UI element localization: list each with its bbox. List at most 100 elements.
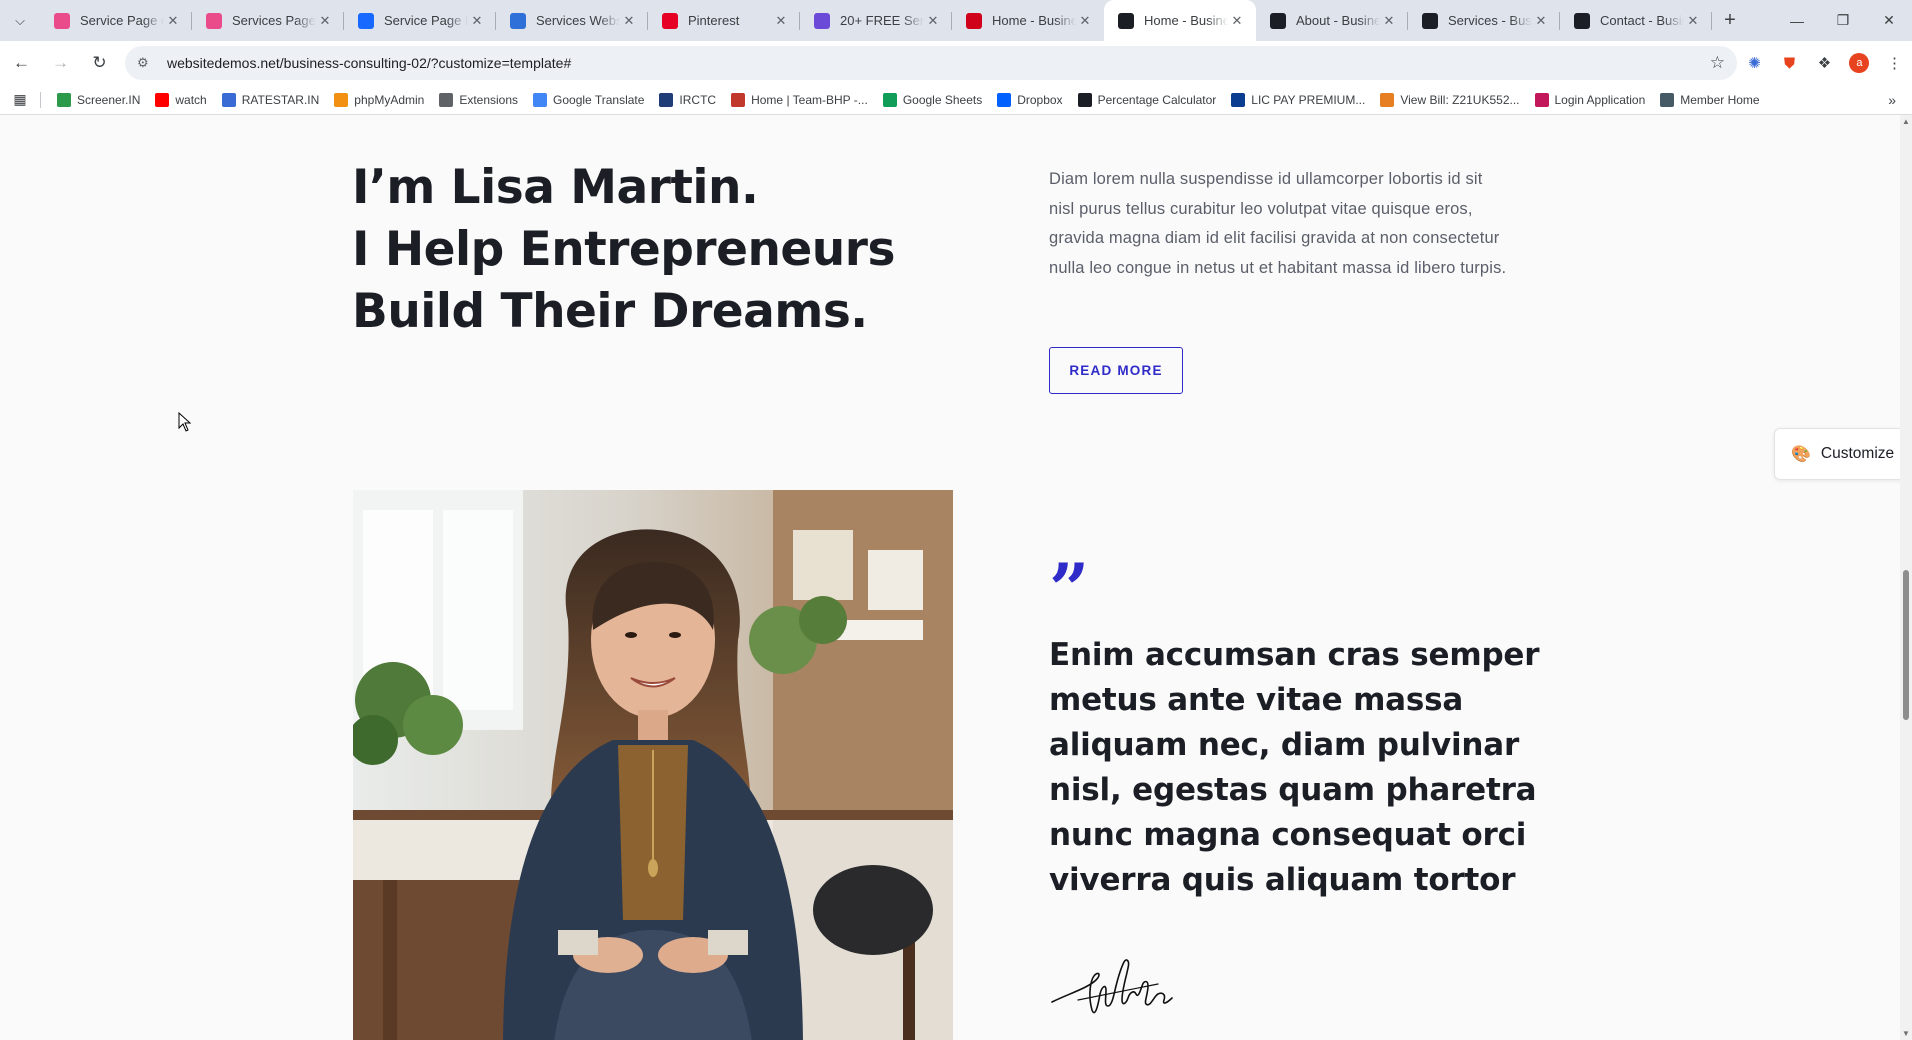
close-window-icon[interactable]: ✕	[1866, 0, 1912, 41]
signature-image	[1051, 959, 1173, 1014]
bookmark-favicon-icon	[997, 92, 1012, 107]
bookmark-separator	[40, 91, 41, 108]
close-tab-icon[interactable]: ✕	[1380, 13, 1398, 29]
bookmark-item[interactable]: Google Translate	[527, 92, 653, 107]
tab-title: Pinterest	[688, 13, 740, 28]
brave-shield-icon[interactable]: ⛊	[1772, 45, 1807, 81]
more-bookmarks-icon[interactable]: »	[1888, 92, 1896, 108]
palette-icon: 🎨	[1791, 446, 1811, 463]
close-tab-icon[interactable]: ✕	[1228, 13, 1246, 29]
pinterest-icon	[662, 12, 678, 29]
window-controls: — ❐ ✕	[1774, 0, 1912, 41]
close-tab-icon[interactable]: ✕	[164, 13, 182, 29]
customize-button[interactable]: 🎨 Customize	[1774, 428, 1912, 480]
forward-icon[interactable]: →	[43, 45, 78, 81]
scroll-up-arrow-icon[interactable]: ▲	[1902, 117, 1910, 126]
tab-title: Home - Busine	[1144, 13, 1228, 28]
bookmark-item[interactable]: View Bill: Z21UK552...	[1374, 92, 1528, 107]
close-tab-icon[interactable]: ✕	[620, 13, 638, 29]
close-tab-icon[interactable]: ✕	[772, 13, 790, 29]
bookmark-item[interactable]: watch	[149, 92, 215, 107]
bookmark-favicon-icon	[882, 92, 897, 107]
bookmark-item[interactable]: Screener.IN	[51, 92, 149, 107]
bookmark-label: Login Application	[1554, 92, 1646, 107]
close-tab-icon[interactable]: ✕	[1532, 13, 1550, 29]
apps-grid-icon[interactable]: ▦	[0, 91, 40, 108]
browser-tab[interactable]: Home - Busine ✕	[1104, 0, 1256, 41]
bookmark-favicon-icon	[533, 92, 548, 107]
browser-tab[interactable]: Pinterest ✕	[648, 0, 800, 41]
bookmark-label: watch	[175, 92, 207, 107]
browser-tab[interactable]: Contact - Busin ✕	[1560, 0, 1712, 41]
browser-tab[interactable]: Home - Busine ✕	[952, 0, 1104, 41]
m-icon	[1574, 12, 1590, 29]
bookmark-item[interactable]: Member Home	[1654, 92, 1768, 107]
tab-title: Service Page D	[384, 13, 468, 28]
tab-list: Service Page de✕Services Page c✕Service …	[40, 0, 1712, 41]
tab-title: Services Page c	[232, 13, 316, 28]
new-tab-button[interactable]: +	[1712, 0, 1748, 41]
bookmark-label: Google Translate	[553, 92, 645, 107]
bookmark-favicon-icon	[1077, 92, 1092, 107]
browser-tab[interactable]: Service Page de✕	[40, 0, 192, 41]
n-icon	[966, 12, 982, 29]
reload-icon[interactable]: ↻	[82, 45, 117, 81]
browser-tab[interactable]: Services Page c✕	[192, 0, 344, 41]
bookmarks-bar: ▦ Screener.IN watch RATESTAR.IN phpMyAdmin E…	[0, 85, 1912, 115]
url-text[interactable]: websitedemos.net/business-consulting-02/…	[167, 55, 1710, 71]
extensions-puzzle-icon[interactable]: ❖	[1807, 45, 1842, 81]
tab-strip: ⌵ Service Page de✕Services Page c✕Servic…	[0, 0, 1912, 41]
scroll-down-arrow-icon[interactable]: ▼	[1902, 1029, 1910, 1038]
bookmark-item[interactable]: Extensions	[433, 92, 527, 107]
scrollbar-thumb[interactable]	[1903, 570, 1909, 720]
browser-tab[interactable]: 20+ FREE Servi✕	[800, 0, 952, 41]
bookmark-item[interactable]: RATESTAR.IN	[216, 92, 329, 107]
browser-tab[interactable]: About - Busine ✕	[1256, 0, 1408, 41]
intro-paragraph: Diam lorem nulla suspendisse id ullamcor…	[1049, 170, 1507, 277]
tab-title: Home - Busine	[992, 13, 1076, 28]
hero-heading-line: I’m Lisa Martin.	[352, 160, 759, 215]
site-info-icon[interactable]: ⚙	[137, 55, 155, 71]
bookmark-item[interactable]: Login Application	[1529, 92, 1655, 107]
tab-search-chevron-icon[interactable]: ⌵	[0, 0, 40, 41]
bookmark-favicon-icon	[1380, 92, 1395, 107]
close-tab-icon[interactable]: ✕	[316, 13, 334, 29]
hero-heading: I’m Lisa Martin. I Help Entrepreneurs Bu…	[352, 157, 895, 343]
testimonial-quote: Enim accumsan cras semper metus ante vit…	[1049, 637, 1540, 898]
extension-icon[interactable]: ✺	[1737, 45, 1772, 81]
close-tab-icon[interactable]: ✕	[924, 13, 942, 29]
bookmark-label: phpMyAdmin	[354, 92, 425, 107]
browser-tab[interactable]: Service Page D ✕	[344, 0, 496, 41]
bookmark-item[interactable]: IRCTC	[653, 92, 725, 107]
bookmark-item[interactable]: LIC PAY PREMIUM...	[1225, 92, 1374, 107]
bookmark-item[interactable]: Home | Team-BHP -...	[725, 92, 877, 107]
browser-menu-icon[interactable]: ⋮	[1877, 45, 1912, 81]
tab-title: Service Page de	[80, 13, 164, 28]
close-tab-icon[interactable]: ✕	[468, 13, 486, 29]
browser-tab[interactable]: Services - Busin✕	[1408, 0, 1560, 41]
close-tab-icon[interactable]: ✕	[1684, 13, 1702, 29]
customize-label: Customize	[1820, 445, 1895, 462]
bookmark-item[interactable]: phpMyAdmin	[328, 92, 433, 107]
restore-icon[interactable]: ❐	[1820, 0, 1866, 41]
bookmark-item[interactable]: Google Sheets	[877, 92, 991, 107]
m-icon	[1118, 12, 1134, 29]
minimize-icon[interactable]: —	[1774, 0, 1820, 41]
bookmark-item[interactable]: Percentage Calculator	[1072, 92, 1226, 107]
bookmark-item[interactable]: Dropbox	[991, 92, 1071, 107]
close-tab-icon[interactable]: ✕	[1076, 13, 1094, 29]
hero-heading-line: Build Their Dreams.	[352, 284, 868, 339]
page-scrollbar[interactable]: ▲ ▼	[1900, 115, 1912, 1040]
bookmark-label: View Bill: Z21UK552...	[1400, 92, 1520, 107]
bookmark-star-icon[interactable]: ☆	[1710, 53, 1725, 73]
profile-avatar[interactable]: a	[1842, 45, 1877, 81]
browser-tab[interactable]: Services Websi ✕	[496, 0, 648, 41]
back-icon[interactable]: ←	[4, 45, 39, 81]
read-more-button[interactable]: READ MORE	[1049, 347, 1183, 394]
bookmark-list: Screener.IN watch RATESTAR.IN phpMyAdmin Ext…	[51, 92, 1769, 107]
bookmark-label: Dropbox	[1017, 92, 1063, 107]
bookmark-favicon-icon	[1660, 92, 1675, 107]
web-page: I’m Lisa Martin. I Help Entrepreneurs Bu…	[0, 115, 1912, 1040]
address-bar[interactable]: ⚙ websitedemos.net/business-consulting-0…	[124, 46, 1738, 80]
bookmark-label: Google Sheets	[902, 92, 983, 107]
